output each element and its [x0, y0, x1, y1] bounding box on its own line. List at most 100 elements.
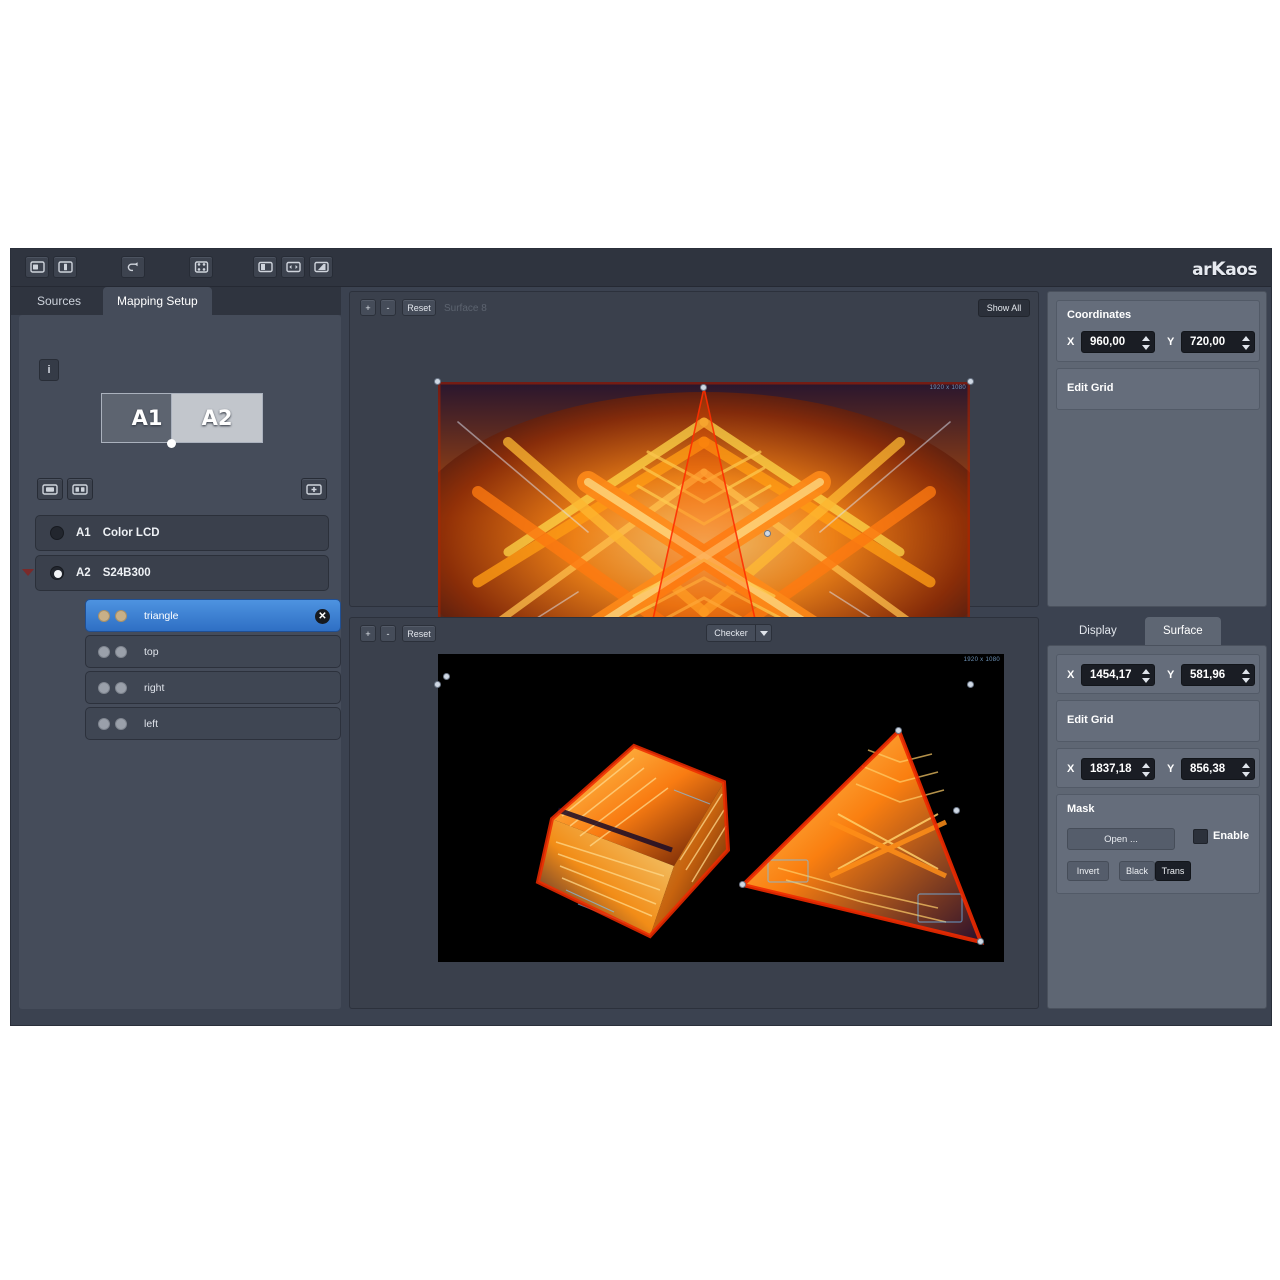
y-axis-label: Y	[1167, 669, 1175, 681]
corner-handle-bl[interactable]	[434, 681, 441, 688]
mask-trans-button[interactable]: Trans	[1155, 861, 1191, 881]
surface-toggle-a-icon[interactable]	[98, 609, 110, 622]
output-canvas[interactable]: 1920 x 1080	[438, 654, 1004, 962]
surface-point-b-row: X 1837,18 Y 856,38	[1067, 758, 1255, 780]
stepper-b-y[interactable]	[1241, 761, 1250, 779]
mask-black-button[interactable]: Black	[1119, 861, 1155, 881]
save-icon[interactable]	[53, 256, 77, 278]
surface-toggle-b-icon[interactable]	[115, 681, 127, 694]
mapping-sidebar: i A1 A2 A1 Color LCD A2 S24B300 triangle…	[19, 315, 341, 1009]
stepper-b-x[interactable]	[1141, 761, 1150, 779]
zoom-in-button[interactable]: +	[360, 625, 376, 642]
reset-button[interactable]: Reset	[402, 625, 436, 642]
source-viewport-panel: + - Reset Surface 8 Show All 1920 x 1080	[349, 291, 1039, 688]
surface-toggle-b-icon[interactable]	[115, 609, 127, 622]
close-icon[interactable]: ✕	[315, 609, 330, 624]
mask-section: Mask Open ... Enable Invert Black Trans	[1056, 794, 1260, 894]
surface-b-y-input[interactable]: 856,38	[1181, 758, 1255, 780]
output-vertex-left[interactable]	[739, 881, 746, 888]
surface-row-right[interactable]: right	[85, 671, 341, 704]
coordinates-section: Coordinates X 960,00 Y 720,00	[1056, 300, 1260, 362]
x-axis-label: X	[1067, 336, 1075, 348]
tab-mapping-setup[interactable]: Mapping Setup	[103, 287, 212, 315]
display-list: A1 Color LCD A2 S24B300 triangle ✕ top r…	[22, 515, 341, 755]
zoom-out-button[interactable]: -	[380, 299, 396, 316]
display-radio-a1[interactable]	[50, 526, 64, 540]
reset-button[interactable]: Reset	[402, 299, 436, 316]
display-row-a2[interactable]: A2 S24B300	[22, 555, 329, 591]
surface-vertex-apex[interactable]	[700, 384, 707, 391]
source-viewport-toolbar: + - Reset Surface 8 Show All	[350, 292, 1038, 322]
coordinate-y-input[interactable]: 720,00	[1181, 331, 1255, 353]
fullscreen-icon[interactable]	[309, 256, 333, 278]
surface-label-triangle: triangle	[144, 609, 179, 622]
surface-label-right: right	[144, 681, 165, 694]
screen-box-a2[interactable]: A2	[171, 393, 263, 443]
output-vertex-bottom-right[interactable]	[977, 938, 984, 945]
surface-a-y-value: 581,96	[1190, 669, 1226, 681]
screen-drag-handle[interactable]	[167, 439, 176, 448]
surface-a-x-value: 1454,17	[1090, 669, 1132, 681]
mask-enable-label: Enable	[1213, 830, 1250, 842]
zoom-in-button[interactable]: +	[360, 299, 376, 316]
info-button[interactable]: i	[39, 359, 59, 381]
node-edit-icon[interactable]	[189, 256, 213, 278]
surface-row-triangle[interactable]: triangle ✕	[85, 599, 341, 632]
surface-vertex-mid-right[interactable]	[764, 530, 771, 537]
coordinate-x-value: 960,00	[1090, 336, 1126, 348]
tab-surface[interactable]: Surface	[1145, 617, 1221, 645]
surface-toggle-b-icon[interactable]	[115, 645, 127, 658]
screen-arrangement-widget[interactable]: A1 A2	[101, 393, 263, 448]
surface-edit-grid-label: Edit Grid	[1067, 714, 1114, 726]
tab-display[interactable]: Display	[1061, 617, 1135, 645]
edit-grid-section[interactable]: Edit Grid	[1056, 368, 1260, 410]
corner-handle-tr[interactable]	[967, 378, 974, 385]
surface-toggle-a-icon[interactable]	[98, 681, 110, 694]
display-row-a1[interactable]: A1 Color LCD	[35, 515, 329, 551]
expand-caret-icon[interactable]	[22, 569, 34, 576]
mask-open-button[interactable]: Open ...	[1067, 828, 1175, 850]
surface-b-x-input[interactable]: 1837,18	[1081, 758, 1155, 780]
output-viewport-toolbar: + - Reset Checker	[350, 618, 1038, 648]
stepper-y[interactable]	[1241, 334, 1250, 352]
surface-vertex-bottom-left[interactable]	[443, 673, 450, 680]
add-display-icon[interactable]	[37, 478, 63, 500]
chevron-down-icon[interactable]	[756, 624, 772, 642]
y-axis-label: Y	[1167, 763, 1175, 775]
mask-enable-checkbox[interactable]	[1193, 829, 1208, 844]
coordinate-x-input[interactable]: 960,00	[1081, 331, 1155, 353]
display-list-toolbar	[37, 478, 327, 502]
background-mode-dropdown[interactable]: Checker	[706, 624, 772, 642]
surface-toggle-a-icon[interactable]	[98, 717, 110, 730]
corner-handle-tl[interactable]	[434, 378, 441, 385]
y-axis-label: Y	[1167, 336, 1175, 348]
surface-toggle-b-icon[interactable]	[115, 717, 127, 730]
surface-a-y-input[interactable]: 581,96	[1181, 664, 1255, 686]
output-vertex-top[interactable]	[895, 727, 902, 734]
main-toolbar: arKaos	[11, 249, 1271, 287]
stepper-a-y[interactable]	[1241, 667, 1250, 685]
zoom-out-button[interactable]: -	[380, 625, 396, 642]
surface-toggle-a-icon[interactable]	[98, 645, 110, 658]
tab-sources[interactable]: Sources	[23, 287, 95, 315]
stepper-a-x[interactable]	[1141, 667, 1150, 685]
surface-list: triangle ✕ top right left	[85, 599, 341, 743]
new-composition-icon[interactable]	[25, 256, 49, 278]
surface-a-x-input[interactable]: 1454,17	[1081, 664, 1155, 686]
add-surface-icon[interactable]	[301, 478, 327, 500]
stepper-x[interactable]	[1141, 334, 1150, 352]
remove-display-icon[interactable]	[67, 478, 93, 500]
surface-edit-grid-section[interactable]: Edit Grid	[1056, 700, 1260, 742]
link-displays-icon[interactable]	[281, 256, 305, 278]
show-all-button[interactable]: Show All	[978, 299, 1030, 317]
corner-handle-br[interactable]	[967, 681, 974, 688]
surface-row-left[interactable]: left	[85, 707, 341, 740]
background-mode-label[interactable]: Checker	[706, 624, 756, 642]
display-radio-a2[interactable]	[50, 566, 64, 580]
preview-display-icon[interactable]	[253, 256, 277, 278]
surface-row-top[interactable]: top	[85, 635, 341, 668]
mask-invert-button[interactable]: Invert	[1067, 861, 1109, 881]
output-vertex-mid-right[interactable]	[953, 807, 960, 814]
logo-k: K	[1210, 258, 1226, 280]
undo-icon[interactable]	[121, 256, 145, 278]
